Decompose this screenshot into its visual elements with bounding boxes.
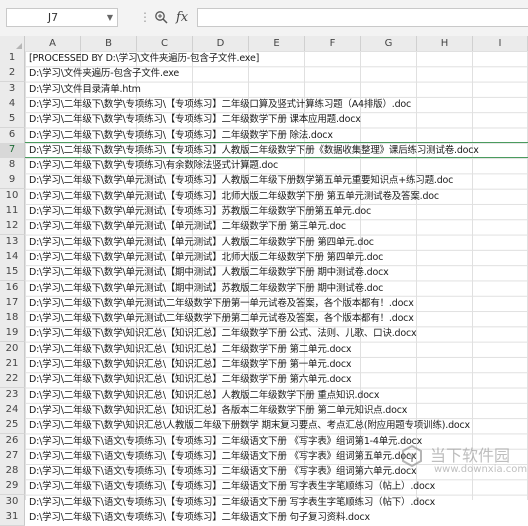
- column-header-row: ABCDEFGHI: [0, 36, 528, 52]
- row-header[interactable]: 2: [0, 66, 25, 83]
- column-header-g[interactable]: G: [361, 36, 417, 51]
- row-header[interactable]: 1: [0, 51, 25, 67]
- cell-a22[interactable]: D:\学习\二年级下\数学\知识汇总\【知识汇总】二年级数学下册 第六单元.do…: [29, 372, 352, 387]
- select-all-triangle-icon: [16, 43, 22, 49]
- watermark-title: 当下软件园: [430, 446, 511, 465]
- cell-a2[interactable]: D:\学习\文件夹遍历-包含子文件.exe: [29, 66, 179, 81]
- cell-a25[interactable]: D:\学习\二年级下\数学\知识汇总\人教版二年级下册数学 期末复习要点、考点汇…: [29, 418, 470, 433]
- formula-bar: J7 ▼ ⋮ fx: [0, 0, 528, 37]
- column-header-a[interactable]: A: [25, 36, 81, 51]
- cell-a1[interactable]: [PROCESSED BY D:\学习\文件夹遍历-包含子文件.exe]: [29, 51, 259, 66]
- cell-a8[interactable]: D:\学习\二年级下\数学\专项练习\有余数除法竖式计算题.doc: [29, 158, 278, 173]
- column-header-i[interactable]: I: [473, 36, 528, 51]
- cell-a28[interactable]: D:\学习\二年级下\语文\专项练习\【专项练习】二年级语文下册 《写字表》组词…: [29, 464, 417, 479]
- cell-a23[interactable]: D:\学习\二年级下\数学\知识汇总\【知识汇总】人教版二年级数学下册 重点知识…: [29, 388, 379, 403]
- row-header[interactable]: 11: [0, 204, 25, 220]
- name-box-value: J7: [47, 11, 59, 24]
- row-header[interactable]: 31: [0, 510, 25, 526]
- cell-a13[interactable]: D:\学习\二年级下\数学\单元测试\【单元测试】人教版二年级数学下册 第四单元…: [29, 235, 374, 250]
- cell-a7[interactable]: D:\学习\二年级下\数学\专项练习\【专项练习】人教版二年级数学下册《数据收集…: [29, 143, 479, 158]
- cell-a21[interactable]: D:\学习\二年级下\数学\知识汇总\【知识汇总】二年级数学下册 第一单元.do…: [29, 357, 352, 372]
- column-header-d[interactable]: D: [193, 36, 249, 51]
- row-header[interactable]: 15: [0, 265, 25, 282]
- cell-a24[interactable]: D:\学习\二年级下\数学\知识汇总\【知识汇总】各版本二年级数学下册 第二单元…: [29, 403, 407, 418]
- row-header[interactable]: 27: [0, 448, 25, 465]
- row-header[interactable]: 21: [0, 357, 25, 373]
- cell-a17[interactable]: D:\学习\二年级下\数学\单元测试\二年级数学下册第一单元试卷及答案，各个版本…: [29, 296, 414, 311]
- cell-a30[interactable]: D:\学习\二年级下\语文\专项练习\【专项练习】二年级语文下册 写字表生字笔顺…: [29, 495, 435, 510]
- cell-a18[interactable]: D:\学习\二年级下\数学\单元测试\二年级数学下册第二单元试卷及答案，各个版本…: [29, 311, 414, 326]
- row-header[interactable]: 26: [0, 433, 25, 450]
- row-header[interactable]: 4: [0, 96, 25, 113]
- cell-a12[interactable]: D:\学习\二年级下\数学\单元测试\【单元测试】二年级数学下册 第三单元.do…: [29, 219, 346, 234]
- row-header[interactable]: 28: [0, 464, 25, 481]
- row-header[interactable]: 17: [0, 295, 25, 312]
- row-header[interactable]: 3: [0, 81, 25, 98]
- row-header[interactable]: 22: [0, 372, 25, 389]
- chevron-down-icon[interactable]: ▼: [107, 9, 113, 26]
- cell-a4[interactable]: D:\学习\二年级下\数学\专项练习\【专项练习】二年级口算及竖式计算练习题（A…: [29, 97, 411, 112]
- column-header-h[interactable]: H: [417, 36, 473, 51]
- watermark: 当下软件园 www.downxia.com: [400, 440, 528, 490]
- cell-a6[interactable]: D:\学习\二年级下\数学\专项练习\【专项练习】二年级数学下册 除法.docx: [29, 128, 333, 143]
- row-header[interactable]: 8: [0, 158, 25, 175]
- row-header[interactable]: 6: [0, 127, 25, 144]
- cell-a19[interactable]: D:\学习\二年级下\数学\知识汇总\【知识汇总】二年级数学下册 公式、法则、儿…: [29, 326, 417, 341]
- cell-a20[interactable]: D:\学习\二年级下\数学\知识汇总\【知识汇总】二年级数学下册 第二单元.do…: [29, 342, 352, 357]
- column-header-b[interactable]: B: [81, 36, 137, 51]
- cell-a16[interactable]: D:\学习\二年级下\数学\单元测试\【期中测试】苏教版二年级数学下册 期中测试…: [29, 281, 383, 296]
- row-header[interactable]: 25: [0, 418, 25, 435]
- select-all-corner[interactable]: [0, 36, 25, 51]
- watermark-url: www.downxia.com: [434, 464, 528, 475]
- row-header[interactable]: 30: [0, 494, 25, 511]
- column-gridline: [472, 51, 473, 500]
- row-header[interactable]: 7: [0, 142, 25, 159]
- cell-a26[interactable]: D:\学习\二年级下\语文\专项练习\【专项练习】二年级语文下册 《写字表》组词…: [29, 434, 422, 449]
- column-header-e[interactable]: E: [249, 36, 305, 51]
- row-header[interactable]: 16: [0, 280, 25, 297]
- column-header-f[interactable]: F: [305, 36, 361, 51]
- row-header[interactable]: 23: [0, 387, 25, 404]
- watermark-logo-icon: [402, 444, 422, 468]
- cell-a31[interactable]: D:\学习\二年级下\语文\专项练习\【专项练习】二年级语文下册 句子复习资料.…: [29, 510, 370, 525]
- zoom-icon[interactable]: [154, 10, 168, 24]
- row-header[interactable]: 9: [0, 173, 25, 190]
- row-header[interactable]: 24: [0, 402, 25, 419]
- row-header[interactable]: 20: [0, 341, 25, 358]
- row-header[interactable]: 10: [0, 188, 25, 205]
- row-header[interactable]: 29: [0, 479, 25, 496]
- fx-icon[interactable]: fx: [176, 8, 188, 27]
- row-header[interactable]: 5: [0, 112, 25, 129]
- cell-a27[interactable]: D:\学习\二年级下\语文\专项练习\【专项练习】二年级语文下册 《写字表》组词…: [29, 449, 417, 464]
- cell-a9[interactable]: D:\学习\二年级下\数学\单元测试\【专项练习】人教版二年级下册数学第五单元重…: [29, 173, 453, 188]
- row-header[interactable]: 14: [0, 249, 25, 266]
- column-header-c[interactable]: C: [137, 36, 193, 51]
- formula-input[interactable]: [197, 8, 528, 27]
- cell-a3[interactable]: D:\学习\文件目录清单.htm: [29, 82, 141, 97]
- row-header[interactable]: 19: [0, 326, 25, 343]
- row-header[interactable]: 18: [0, 311, 25, 328]
- name-box[interactable]: J7 ▼: [6, 8, 118, 27]
- cell-a10[interactable]: D:\学习\二年级下\数学\单元测试\【专项练习】北师大版二年级数学下册 第五单…: [29, 189, 439, 204]
- cell-a15[interactable]: D:\学习\二年级下\数学\单元测试\【期中测试】人教版二年级数学下册 期中测试…: [29, 265, 389, 280]
- cell-a29[interactable]: D:\学习\二年级下\语文\专项练习\【专项练习】二年级语文下册 写字表生字笔顺…: [29, 479, 435, 494]
- cell-a14[interactable]: D:\学习\二年级下\数学\单元测试\【单元测试】北师大版二年级数学下册 第四单…: [29, 250, 383, 265]
- row-header[interactable]: 13: [0, 234, 25, 251]
- row-header[interactable]: 12: [0, 219, 25, 236]
- cell-a5[interactable]: D:\学习\二年级下\数学\专项练习\【专项练习】二年级数学下册 课本应用题.d…: [29, 112, 361, 127]
- cell-a11[interactable]: D:\学习\二年级下\数学\单元测试\【专项练习】苏教版二年级数学下册第五单元.…: [29, 204, 371, 219]
- formula-bar-separator: ⋮: [139, 10, 151, 24]
